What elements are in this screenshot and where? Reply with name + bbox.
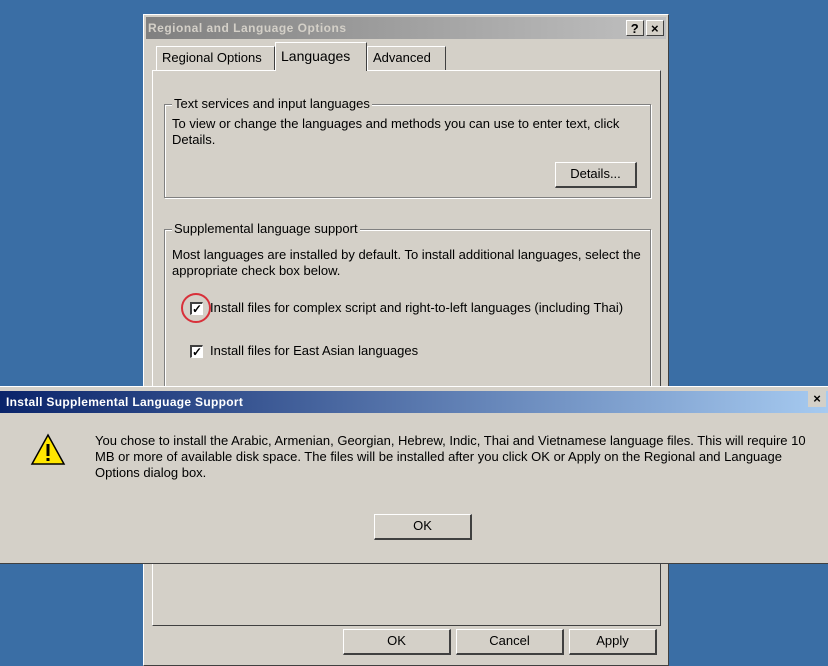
highlight-circle [181,293,211,323]
tab-languages[interactable]: Languages [275,42,367,71]
apply-button[interactable]: Apply [569,629,657,655]
panel-divider [152,560,660,626]
east-asian-label[interactable]: Install files for East Asian languages [210,343,640,359]
dialog-ok-button[interactable]: OK [374,514,472,540]
dialog-message: You chose to install the Arabic, Armenia… [95,433,806,480]
supplemental-group-title: Supplemental language support [172,221,360,237]
east-asian-checkbox[interactable]: ✓ [190,345,203,358]
dialog-title-bar[interactable]: Install Supplemental Language Support [0,391,828,413]
ok-button[interactable]: OK [343,629,451,655]
cancel-button[interactable]: Cancel [456,629,564,655]
dialog-close-button[interactable]: × [808,391,826,407]
install-supplemental-dialog: Install Supplemental Language Support × … [0,386,828,564]
complex-script-label[interactable]: Install files for complex script and rig… [210,300,640,316]
window-title: Regional and Language Options [148,21,347,35]
help-button[interactable]: ? [626,20,644,36]
close-button[interactable]: × [646,20,664,36]
details-button[interactable]: Details... [555,162,637,188]
dialog-title: Install Supplemental Language Support [6,395,244,409]
tab-regional-options[interactable]: Regional Options [156,46,275,70]
supplemental-description: Most languages are installed by default.… [172,247,641,278]
window-title-bar[interactable]: Regional and Language Options ? × [146,17,666,39]
text-services-description: To view or change the languages and meth… [172,116,620,147]
warning-icon [30,433,66,465]
details-button-label: Details... [570,166,621,181]
text-services-group-title: Text services and input languages [172,96,372,112]
tab-advanced[interactable]: Advanced [367,46,446,70]
